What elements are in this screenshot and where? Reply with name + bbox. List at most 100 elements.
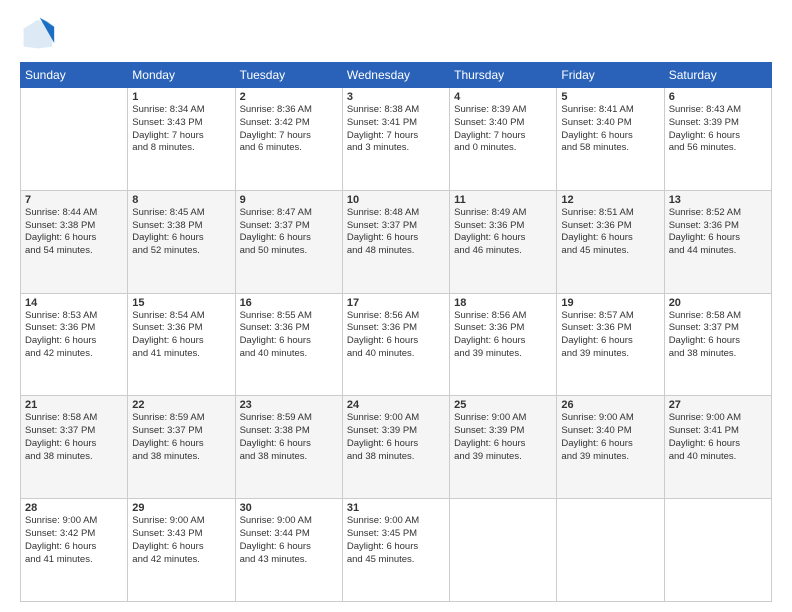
day-number: 21 [25, 399, 123, 411]
day-info: Sunrise: 9:00 AM Sunset: 3:45 PM Dayligh… [347, 515, 445, 566]
day-info: Sunrise: 8:51 AM Sunset: 3:36 PM Dayligh… [561, 207, 659, 258]
day-number: 12 [561, 194, 659, 206]
calendar-week-row: 1Sunrise: 8:34 AM Sunset: 3:43 PM Daylig… [21, 88, 772, 191]
calendar-cell: 16Sunrise: 8:55 AM Sunset: 3:36 PM Dayli… [235, 293, 342, 396]
day-info: Sunrise: 8:49 AM Sunset: 3:36 PM Dayligh… [454, 207, 552, 258]
day-number: 26 [561, 399, 659, 411]
calendar-cell: 4Sunrise: 8:39 AM Sunset: 3:40 PM Daylig… [450, 88, 557, 191]
day-info: Sunrise: 8:54 AM Sunset: 3:36 PM Dayligh… [132, 310, 230, 361]
calendar-week-row: 21Sunrise: 8:58 AM Sunset: 3:37 PM Dayli… [21, 396, 772, 499]
calendar-cell: 14Sunrise: 8:53 AM Sunset: 3:36 PM Dayli… [21, 293, 128, 396]
day-number: 22 [132, 399, 230, 411]
calendar-cell: 29Sunrise: 9:00 AM Sunset: 3:43 PM Dayli… [128, 499, 235, 602]
day-info: Sunrise: 8:34 AM Sunset: 3:43 PM Dayligh… [132, 104, 230, 155]
calendar-cell: 12Sunrise: 8:51 AM Sunset: 3:36 PM Dayli… [557, 190, 664, 293]
day-info: Sunrise: 8:53 AM Sunset: 3:36 PM Dayligh… [25, 310, 123, 361]
day-number: 8 [132, 194, 230, 206]
day-of-week-header: Wednesday [342, 63, 449, 88]
calendar-week-row: 14Sunrise: 8:53 AM Sunset: 3:36 PM Dayli… [21, 293, 772, 396]
calendar-cell: 13Sunrise: 8:52 AM Sunset: 3:36 PM Dayli… [664, 190, 771, 293]
day-info: Sunrise: 8:47 AM Sunset: 3:37 PM Dayligh… [240, 207, 338, 258]
calendar-cell [557, 499, 664, 602]
calendar-cell: 3Sunrise: 8:38 AM Sunset: 3:41 PM Daylig… [342, 88, 449, 191]
calendar-cell: 19Sunrise: 8:57 AM Sunset: 3:36 PM Dayli… [557, 293, 664, 396]
day-number: 5 [561, 91, 659, 103]
day-number: 6 [669, 91, 767, 103]
day-number: 4 [454, 91, 552, 103]
day-number: 29 [132, 502, 230, 514]
calendar-cell: 24Sunrise: 9:00 AM Sunset: 3:39 PM Dayli… [342, 396, 449, 499]
day-info: Sunrise: 8:58 AM Sunset: 3:37 PM Dayligh… [669, 310, 767, 361]
day-info: Sunrise: 8:56 AM Sunset: 3:36 PM Dayligh… [454, 310, 552, 361]
calendar-cell: 9Sunrise: 8:47 AM Sunset: 3:37 PM Daylig… [235, 190, 342, 293]
day-number: 11 [454, 194, 552, 206]
day-info: Sunrise: 9:00 AM Sunset: 3:43 PM Dayligh… [132, 515, 230, 566]
calendar-table: SundayMondayTuesdayWednesdayThursdayFrid… [20, 62, 772, 602]
calendar-cell: 7Sunrise: 8:44 AM Sunset: 3:38 PM Daylig… [21, 190, 128, 293]
calendar-cell: 26Sunrise: 9:00 AM Sunset: 3:40 PM Dayli… [557, 396, 664, 499]
day-of-week-header: Monday [128, 63, 235, 88]
day-number: 1 [132, 91, 230, 103]
day-number: 18 [454, 297, 552, 309]
calendar-cell: 15Sunrise: 8:54 AM Sunset: 3:36 PM Dayli… [128, 293, 235, 396]
day-number: 2 [240, 91, 338, 103]
day-info: Sunrise: 8:39 AM Sunset: 3:40 PM Dayligh… [454, 104, 552, 155]
calendar-header-row: SundayMondayTuesdayWednesdayThursdayFrid… [21, 63, 772, 88]
calendar-cell: 1Sunrise: 8:34 AM Sunset: 3:43 PM Daylig… [128, 88, 235, 191]
day-of-week-header: Friday [557, 63, 664, 88]
calendar-cell: 20Sunrise: 8:58 AM Sunset: 3:37 PM Dayli… [664, 293, 771, 396]
day-number: 17 [347, 297, 445, 309]
calendar-cell: 23Sunrise: 8:59 AM Sunset: 3:38 PM Dayli… [235, 396, 342, 499]
day-info: Sunrise: 9:00 AM Sunset: 3:39 PM Dayligh… [454, 412, 552, 463]
day-number: 14 [25, 297, 123, 309]
calendar-cell: 6Sunrise: 8:43 AM Sunset: 3:39 PM Daylig… [664, 88, 771, 191]
day-of-week-header: Saturday [664, 63, 771, 88]
calendar-cell: 31Sunrise: 9:00 AM Sunset: 3:45 PM Dayli… [342, 499, 449, 602]
calendar-cell: 2Sunrise: 8:36 AM Sunset: 3:42 PM Daylig… [235, 88, 342, 191]
day-number: 3 [347, 91, 445, 103]
day-number: 10 [347, 194, 445, 206]
calendar-cell [21, 88, 128, 191]
day-info: Sunrise: 8:55 AM Sunset: 3:36 PM Dayligh… [240, 310, 338, 361]
day-number: 23 [240, 399, 338, 411]
calendar-cell: 22Sunrise: 8:59 AM Sunset: 3:37 PM Dayli… [128, 396, 235, 499]
day-info: Sunrise: 9:00 AM Sunset: 3:42 PM Dayligh… [25, 515, 123, 566]
day-info: Sunrise: 8:58 AM Sunset: 3:37 PM Dayligh… [25, 412, 123, 463]
day-info: Sunrise: 8:52 AM Sunset: 3:36 PM Dayligh… [669, 207, 767, 258]
day-number: 15 [132, 297, 230, 309]
day-of-week-header: Thursday [450, 63, 557, 88]
logo-icon [20, 16, 56, 52]
day-info: Sunrise: 9:00 AM Sunset: 3:39 PM Dayligh… [347, 412, 445, 463]
header [20, 16, 772, 52]
day-number: 27 [669, 399, 767, 411]
day-info: Sunrise: 9:00 AM Sunset: 3:41 PM Dayligh… [669, 412, 767, 463]
page: SundayMondayTuesdayWednesdayThursdayFrid… [0, 0, 792, 612]
day-number: 7 [25, 194, 123, 206]
day-number: 16 [240, 297, 338, 309]
day-info: Sunrise: 8:57 AM Sunset: 3:36 PM Dayligh… [561, 310, 659, 361]
day-number: 31 [347, 502, 445, 514]
calendar-week-row: 28Sunrise: 9:00 AM Sunset: 3:42 PM Dayli… [21, 499, 772, 602]
day-info: Sunrise: 9:00 AM Sunset: 3:44 PM Dayligh… [240, 515, 338, 566]
calendar-cell [664, 499, 771, 602]
calendar-cell: 30Sunrise: 9:00 AM Sunset: 3:44 PM Dayli… [235, 499, 342, 602]
calendar-cell: 21Sunrise: 8:58 AM Sunset: 3:37 PM Dayli… [21, 396, 128, 499]
calendar-cell: 10Sunrise: 8:48 AM Sunset: 3:37 PM Dayli… [342, 190, 449, 293]
day-info: Sunrise: 8:59 AM Sunset: 3:38 PM Dayligh… [240, 412, 338, 463]
day-number: 28 [25, 502, 123, 514]
day-info: Sunrise: 9:00 AM Sunset: 3:40 PM Dayligh… [561, 412, 659, 463]
day-of-week-header: Sunday [21, 63, 128, 88]
calendar-cell: 28Sunrise: 9:00 AM Sunset: 3:42 PM Dayli… [21, 499, 128, 602]
calendar-cell: 18Sunrise: 8:56 AM Sunset: 3:36 PM Dayli… [450, 293, 557, 396]
calendar-cell: 8Sunrise: 8:45 AM Sunset: 3:38 PM Daylig… [128, 190, 235, 293]
day-number: 20 [669, 297, 767, 309]
day-info: Sunrise: 8:56 AM Sunset: 3:36 PM Dayligh… [347, 310, 445, 361]
day-number: 25 [454, 399, 552, 411]
day-info: Sunrise: 8:36 AM Sunset: 3:42 PM Dayligh… [240, 104, 338, 155]
day-of-week-header: Tuesday [235, 63, 342, 88]
day-info: Sunrise: 8:48 AM Sunset: 3:37 PM Dayligh… [347, 207, 445, 258]
day-info: Sunrise: 8:44 AM Sunset: 3:38 PM Dayligh… [25, 207, 123, 258]
day-number: 24 [347, 399, 445, 411]
day-info: Sunrise: 8:41 AM Sunset: 3:40 PM Dayligh… [561, 104, 659, 155]
calendar-cell: 27Sunrise: 9:00 AM Sunset: 3:41 PM Dayli… [664, 396, 771, 499]
